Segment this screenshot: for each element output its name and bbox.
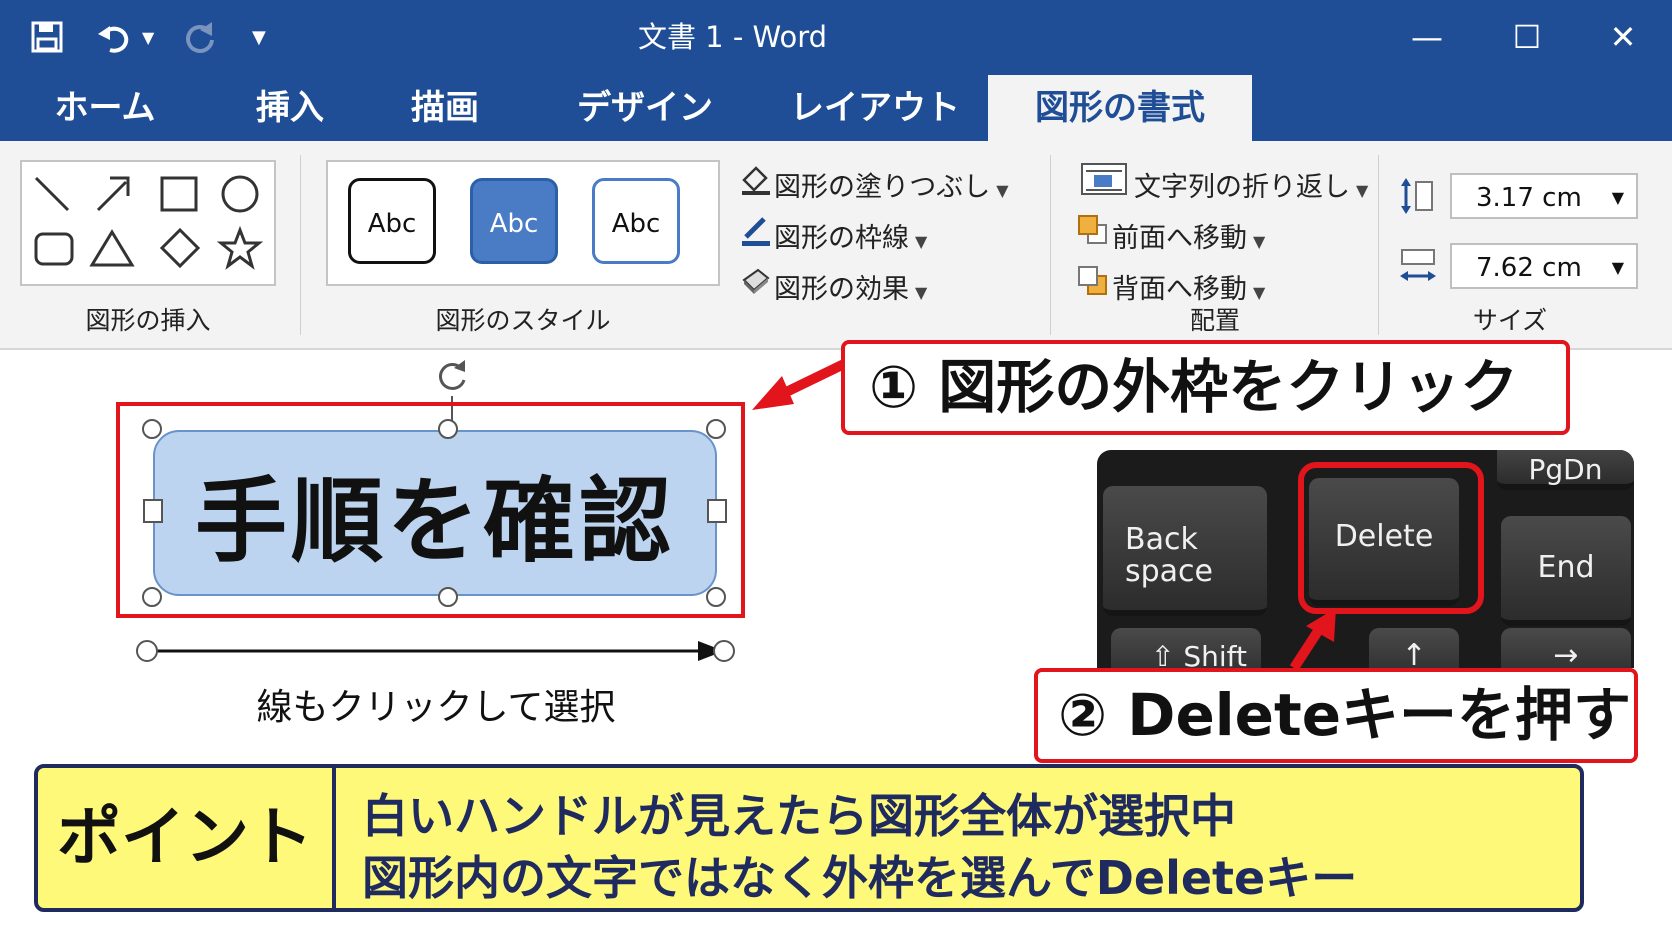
bring-forward-icon [1074,213,1112,259]
separator [1050,155,1051,335]
arrow-icon[interactable] [96,176,130,212]
chevron-down-icon: ▼ [915,283,928,302]
group-label-shape-styles: 図形のスタイル [435,306,611,335]
diamond-icon[interactable] [159,227,201,269]
maximize-button[interactable]: ☐ [1482,0,1572,75]
rounded-rectangle-shape[interactable]: 手順を確認 [153,430,717,596]
wrap-text-button[interactable]: 文字列の折り返し ▼ [1074,162,1369,203]
resize-handle-top-left[interactable] [142,419,162,439]
group-label-insert-shapes: 図形の挿入 [85,306,211,335]
chevron-down-icon: ▼ [996,181,1009,200]
rounded-rectangle-icon[interactable] [34,232,74,266]
style-sample-outline[interactable]: Abc [348,178,436,264]
pgdn-key: PgDn [1497,450,1634,490]
shape-height-field[interactable]: 3.17 cm ▼ [1450,173,1638,219]
point-divider [332,768,336,908]
shape-effects-label: 図形の効果 [774,274,909,305]
shape-fill-button[interactable]: 図形の塗りつぶし ▼ [736,162,1009,203]
line-caption: 線もクリックして選択 [256,687,616,728]
shape-outline-label: 図形の枠線 [774,223,909,254]
shift-key: ⇧ Shift [1111,628,1261,668]
group-label-arrange: 配置 [1189,306,1240,335]
paint-bucket-icon [736,162,774,208]
backspace-key-label-1: Back [1125,522,1198,557]
oval-icon[interactable] [221,175,259,213]
tab-home[interactable]: ホーム [40,75,170,141]
resize-handle-top-right[interactable] [706,419,726,439]
end-key: End [1501,516,1631,626]
width-icon [1398,246,1438,290]
line-icon[interactable] [34,176,70,212]
window-title: 文書 1 - Word [637,20,828,54]
minimize-button[interactable]: — [1382,0,1472,75]
effects-icon [736,264,774,310]
style-sample-light[interactable]: Abc [592,178,680,264]
separator [300,155,301,335]
send-backward-button[interactable]: 背面へ移動 ▼ [1074,264,1266,305]
wrap-text-label: 文字列の折り返し [1134,172,1350,203]
chevron-down-icon[interactable]: ▼ [1612,245,1624,291]
callout-press-delete: ② Deleteキーを押す [1034,668,1638,763]
tab-draw[interactable]: 描画 [385,75,505,141]
bring-forward-label: 前面へ移動 [1112,223,1247,254]
shape-effects-button[interactable]: 図形の効果 ▼ [736,264,928,305]
star-icon[interactable] [216,225,264,270]
shape-width-field[interactable]: 7.62 cm ▼ [1450,243,1638,289]
wrap-text-icon [1074,162,1134,208]
backspace-key: Back space [1103,486,1267,616]
tab-layout[interactable]: レイアウト [785,75,965,141]
close-button[interactable]: ✕ [1578,0,1668,75]
point-label: ポイント [57,801,313,875]
chevron-down-icon: ▼ [1253,283,1266,302]
shape-fill-label: 図形の塗りつぶし [774,172,991,203]
chevron-down-icon: ▼ [1356,181,1369,200]
pen-outline-icon [736,213,774,259]
send-backward-label: 背面へ移動 [1112,274,1247,305]
chevron-down-icon: ▼ [915,232,928,251]
point-line-1: 白いハンドルが見えたら図形全体が選択中 [362,789,1236,843]
resize-handle-bottom[interactable] [438,587,458,607]
point-line-2: 図形内の文字ではなく外枠を選んでDeleteキー [362,851,1358,905]
callout-click-outline: ① 図形の外枠をクリック [841,340,1570,435]
style-sample-filled[interactable]: Abc [470,178,558,264]
backspace-key-label-2: space [1125,554,1214,589]
resize-handle-top[interactable] [438,419,458,439]
callout-arrow-icon [1286,606,1356,674]
resize-handle-bottom-left[interactable] [142,587,162,607]
tab-shape-format[interactable]: 図形の書式 [988,75,1252,141]
triangle-icon[interactable] [89,229,135,267]
shape-height-value: 3.17 cm [1476,183,1582,213]
up-arrow-key: ↑ [1369,628,1459,668]
group-label-size: サイズ [1472,306,1548,335]
shapes-gallery [20,160,276,286]
chevron-down-icon: ▼ [1253,232,1266,251]
resize-handle-left[interactable] [143,499,163,523]
rectangle-icon[interactable] [160,176,198,212]
shape-text: 手順を確認 [194,467,675,575]
resize-handle-bottom-right[interactable] [706,587,726,607]
delete-key-highlight [1298,462,1484,614]
tab-design[interactable]: デザイン [560,75,730,141]
separator [1378,155,1379,335]
shape-width-value: 7.62 cm [1476,253,1582,283]
chevron-down-icon[interactable]: ▼ [1612,175,1624,221]
shape-outline-button[interactable]: 図形の枠線 ▼ [736,213,928,254]
right-arrow-key: → [1501,628,1631,668]
height-icon [1398,176,1436,220]
bring-forward-button[interactable]: 前面へ移動 ▼ [1074,213,1266,254]
resize-handle-right[interactable] [707,499,727,523]
arrow-line-shape[interactable] [134,636,738,670]
tab-insert[interactable]: 挿入 [230,75,350,141]
callout-arrow-icon [748,358,848,422]
